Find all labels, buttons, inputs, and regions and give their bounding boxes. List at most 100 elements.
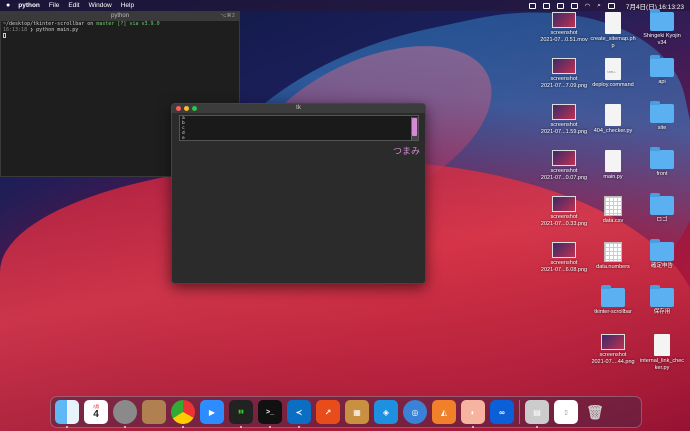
desktop-icon-label: create_sitemap.ph (590, 36, 636, 42)
menu-edit[interactable]: Edit (68, 2, 79, 9)
desktop-icon-screenshot-5[interactable]: screenshot 2021-07...0.33.png (538, 196, 590, 227)
docker-icon[interactable]: ◈ (374, 400, 398, 424)
trash-icon[interactable]: 🗑 (583, 400, 607, 424)
activity-monitor-icon[interactable]: ▮▮ (229, 400, 253, 428)
terminal-title-bar[interactable]: python ⌥⌘2 (1, 12, 239, 21)
prompt-command: python main.py (36, 27, 79, 33)
desktop-icon-hozonyo[interactable]: 保存用 (636, 285, 688, 316)
folder-icon (650, 239, 674, 261)
scrollbar-thumb[interactable] (412, 118, 417, 136)
desktop-icon-data-numbers[interactable]: data.numbers (587, 242, 639, 271)
desktop-icon-screenshot-3[interactable]: screenshot 2021-07...1.59.png (538, 104, 590, 135)
prompt-branch: master [?] via (96, 21, 139, 27)
desktop-icon-label: 404_checker.py (593, 128, 633, 134)
menu-help[interactable]: Help (121, 2, 134, 9)
close-button[interactable] (176, 106, 181, 111)
desktop-icon-label: 2021-07....44.png (591, 358, 635, 365)
menu-app-name[interactable]: python (18, 2, 40, 9)
desktop-icon-api[interactable]: api (636, 55, 688, 86)
desktop-icon-label: 2021-07...1.59.png (540, 128, 588, 135)
knob-label: つまみ (392, 146, 420, 156)
desktop-icon-label: v34 (657, 39, 667, 46)
infinity-icon[interactable]: ∞ (490, 400, 514, 424)
zoom-button[interactable] (192, 106, 197, 111)
folder-icon (601, 285, 625, 307)
list-item[interactable]: e (180, 136, 418, 141)
image-file-icon (552, 104, 576, 120)
document-icon[interactable]: ▯ (554, 400, 578, 424)
preview-icon[interactable]: ▤ (525, 400, 549, 428)
desktop-icon-kakutei[interactable]: 確定申告 (636, 239, 688, 270)
listbox[interactable]: a b c d e (179, 115, 419, 141)
image-file-icon (552, 150, 576, 166)
finder-icon[interactable] (55, 400, 79, 428)
minimize-button[interactable] (184, 106, 189, 111)
zoom-icon[interactable]: ▶ (200, 400, 224, 424)
vscode-icon[interactable]: ≺ (287, 400, 311, 428)
desktop-icon-internal-link-checker[interactable]: internal_link_chec ker.py (636, 334, 688, 371)
desktop-icon-shingeki-kyojin[interactable]: Shingeki Kyojin v34 (636, 9, 688, 46)
desktop-icon-label: data.csv (602, 218, 624, 224)
tk-window[interactable]: tk a b c d e つまみ (171, 103, 426, 284)
desktop-icon-screenshot-1[interactable]: screenshot 2021-07...0.51.mov (538, 12, 590, 43)
chrome-icon[interactable] (171, 400, 195, 428)
quicktime-icon[interactable]: ◎ (403, 400, 427, 424)
status-icon[interactable] (556, 2, 564, 9)
calendar-icon[interactable]: 7月 4 (84, 400, 108, 424)
git-icon[interactable]: ↗ (316, 400, 340, 424)
menu-file[interactable]: File (49, 2, 59, 9)
status-icon[interactable] (528, 2, 536, 9)
folder-icon (650, 193, 674, 215)
desktop-icon-site[interactable]: site (636, 101, 688, 132)
desktop-icon-logo[interactable]: ロゴ (636, 193, 688, 224)
prompt-time: 16:13:18 (3, 27, 28, 33)
desktop-icon-tkinter-scrollbar[interactable]: tkinter-scrollbar (587, 285, 639, 316)
image-file-icon (552, 196, 576, 212)
folder-icon (650, 285, 674, 307)
desktop-icon-create-sitemap[interactable]: create_sitemap.ph p (587, 12, 639, 49)
image-file-icon (552, 12, 576, 28)
desktop-icon-screenshot-2[interactable]: screenshot 2021-07...7.09.png (538, 58, 590, 89)
desktop-icon-label: 2021-07...7.09.png (540, 82, 588, 89)
desktop-icon-label: data.numbers (596, 264, 630, 270)
document-icon: SHELL (605, 58, 621, 80)
desktop-icon-main-py[interactable]: main.py (587, 150, 639, 181)
search-icon[interactable]: ⌕ (597, 2, 601, 10)
tk-title: tk (296, 105, 301, 111)
desktop-icon-data-csv[interactable]: data.csv (587, 196, 639, 225)
folder-icon (650, 101, 674, 123)
wifi-icon[interactable]: ◠ (585, 2, 591, 10)
terminal-glyph: >_ (266, 408, 274, 416)
reminders-icon[interactable]: ◐ (461, 400, 485, 428)
battery-icon[interactable] (570, 2, 578, 9)
system-preferences-icon[interactable] (113, 400, 137, 428)
apple-icon[interactable]: ● (6, 2, 10, 9)
desktop-icon-label: ker.py (654, 364, 670, 371)
terminal-title: python (110, 13, 129, 19)
desktop-icon-label: 保存用 (653, 309, 671, 315)
dock: 7月 4 ▶ ▮▮ >_ ≺ ↗ ▦ ◈ ◎ ◭ ◐ ∞ ▤ ▯ 🗑 (50, 396, 642, 428)
desktop-icon-screenshot-6[interactable]: screenshot 2021-07...6.08.png (538, 242, 590, 273)
desktop-icon-label: 2021-07...0.33.png (540, 220, 588, 227)
desktop-icon-label: deploy.command (592, 82, 634, 88)
menu-window[interactable]: Window (89, 2, 112, 9)
status-icon[interactable] (542, 2, 550, 9)
desktop-icon-label: internal_link_chec (639, 358, 685, 364)
sourcetree-icon[interactable]: ◭ (432, 400, 456, 424)
desktop-icon-label: 2021-07...6.08.png (540, 266, 588, 273)
archive-icon[interactable]: ▦ (345, 400, 369, 424)
document-icon (605, 150, 621, 172)
desktop-icon-404-checker[interactable]: 404_checker.py (587, 104, 639, 135)
terminal-icon[interactable]: >_ (258, 400, 282, 428)
terminal-shortcut: ⌥⌘2 (220, 13, 235, 19)
calendar-day: 4 (93, 409, 99, 420)
desktop-icon-front[interactable]: front (636, 147, 688, 178)
desktop-icon-deploy-command[interactable]: SHELL deploy.command (587, 58, 639, 89)
desktop-icon-label: ロゴ (656, 217, 668, 223)
desktop-icon-screenshot-7[interactable]: screenshot 2021-07....44.png (587, 334, 639, 365)
contacts-icon[interactable] (142, 400, 166, 424)
tk-title-bar[interactable]: tk (172, 104, 425, 113)
desktop-icon-screenshot-4[interactable]: screenshot 2021-07...0.07.png (538, 150, 590, 181)
folder-icon (650, 9, 674, 31)
control-center-icon[interactable] (607, 2, 615, 9)
